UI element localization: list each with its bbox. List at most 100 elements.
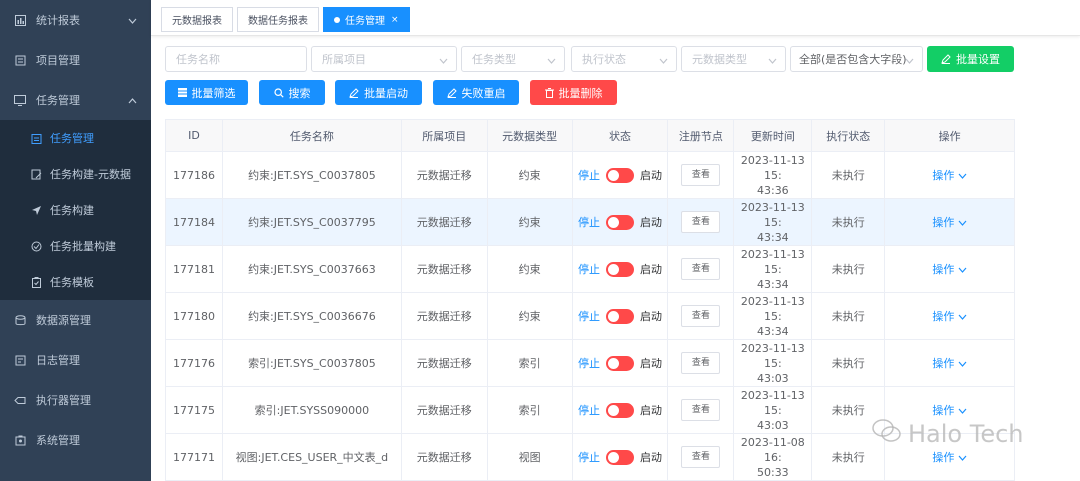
big-field-select[interactable]: 全部(是否包含大字段) (790, 46, 923, 72)
header-task-name: 任务名称 (221, 119, 402, 152)
menu-item-projects[interactable]: 项目管理 (0, 40, 151, 80)
actions-dropdown[interactable]: 操作 (932, 404, 967, 417)
chevron-down-icon (547, 54, 556, 67)
actions-dropdown[interactable]: 操作 (932, 357, 967, 370)
trash-icon (544, 87, 554, 98)
cell-project: 元数据迁移 (400, 386, 488, 434)
fail-restart-button[interactable]: 失败重启 (433, 80, 519, 105)
tag-label: 元数据报表 (172, 16, 222, 27)
monitor-icon (14, 94, 26, 106)
select-placeholder: 执行状态 (582, 53, 626, 66)
cell-register-node: 查看 (667, 386, 735, 434)
cell-update-time: 2023-11-08 16: 50:33 (733, 433, 813, 481)
status-toggle[interactable] (606, 309, 634, 325)
view-button[interactable]: 查看 (681, 164, 721, 186)
tag-data-task-report[interactable]: 数据任务报表 (237, 7, 319, 32)
actions-dropdown[interactable]: 操作 (932, 216, 967, 229)
button-label: 批量启动 (364, 86, 408, 100)
batch-start-button[interactable]: 批量启动 (335, 80, 422, 105)
executor-icon (14, 394, 26, 406)
menu-item-tasks[interactable]: 任务管理 (0, 80, 151, 120)
button-label: 失败重启 (461, 86, 506, 100)
sidebar-item-batch-build[interactable]: 任务批量构建 (0, 228, 151, 264)
actions-label: 操作 (932, 357, 955, 370)
cell-exec-status: 未执行 (811, 245, 886, 293)
watermark: Halo Tech (872, 418, 1024, 450)
status-toggle[interactable] (606, 168, 634, 184)
actions-dropdown[interactable]: 操作 (932, 169, 967, 182)
chevron-down-icon (958, 357, 967, 370)
chevron-down-icon (128, 14, 137, 27)
menu-item-executors[interactable]: 执行器管理 (0, 380, 151, 420)
actions-label: 操作 (932, 451, 955, 464)
cell-update-time: 2023-11-13 15: 43:34 (733, 198, 813, 246)
menu-item-stats[interactable]: 统计报表 (0, 0, 151, 40)
chevron-up-icon (128, 94, 137, 107)
search-icon (273, 87, 284, 98)
header-project: 所属项目 (400, 119, 488, 152)
time-clock: 43:03 (756, 371, 789, 385)
tag-task-management[interactable]: 任务管理 × (323, 7, 410, 32)
status-toggle[interactable] (606, 356, 634, 372)
actions-dropdown[interactable]: 操作 (932, 310, 967, 323)
view-button[interactable]: 查看 (681, 305, 721, 327)
status-toggle[interactable] (606, 450, 634, 466)
view-button[interactable]: 查看 (681, 446, 721, 468)
header-actions: 操作 (884, 119, 1015, 152)
cell-actions: 操作 (884, 245, 1015, 293)
actions-dropdown[interactable]: 操作 (932, 451, 967, 464)
menu-item-system[interactable]: 系统管理 (0, 420, 151, 460)
table-row[interactable]: 177181 约束:JET.SYS_C0037663 元数据迁移 约束 停止 启动 查看 20… (165, 245, 1015, 293)
sidebar-item-task-template[interactable]: 任务模板 (0, 264, 151, 300)
task-type-select[interactable]: 任务类型 (461, 46, 565, 72)
metadata-type-select[interactable]: 元数据类型 (681, 46, 786, 72)
batch-filter-button[interactable]: 批量筛选 (165, 80, 248, 105)
cell-actions: 操作 (884, 292, 1015, 340)
cell-status: 停止 启动 (571, 292, 669, 340)
search-button[interactable]: 搜索 (259, 80, 325, 105)
button-label: 批量删除 (558, 86, 603, 100)
cell-task-name: 视图:JET.CES_USER_中文表_d (221, 433, 402, 481)
chevron-down-icon (958, 263, 967, 276)
chevron-down-icon (958, 169, 967, 182)
header-status: 状态 (571, 119, 669, 152)
menu-item-logs[interactable]: 日志管理 (0, 340, 151, 380)
cell-metadata-type: 约束 (486, 151, 573, 199)
actions-label: 操作 (932, 263, 955, 276)
exec-status-select[interactable]: 执行状态 (571, 46, 677, 72)
view-button[interactable]: 查看 (681, 352, 721, 374)
sidebar-item-task-build-metadata[interactable]: 任务构建-元数据 (0, 156, 151, 192)
cell-update-time: 2023-11-13 15: 43:36 (733, 151, 813, 199)
view-button[interactable]: 查看 (681, 211, 721, 233)
cell-id: 177186 (165, 151, 223, 199)
menu-item-datasources[interactable]: 数据源管理 (0, 300, 151, 340)
view-button[interactable]: 查看 (681, 399, 721, 421)
table-row[interactable]: 177176 索引:JET.SYS_C0037805 元数据迁移 索引 停止 启动 查看 20… (165, 339, 1015, 387)
sidebar-item-task-build[interactable]: 任务构建 (0, 192, 151, 228)
status-toggle[interactable] (606, 403, 634, 419)
batch-settings-button[interactable]: 批量设置 (927, 46, 1014, 72)
sidebar-item-task-management[interactable]: 任务管理 (0, 120, 151, 156)
project-select[interactable]: 所属项目 (311, 46, 457, 72)
table-row[interactable]: 177186 约束:JET.SYS_C0037805 元数据迁移 约束 停止 启动 查看 20… (165, 151, 1015, 199)
view-button[interactable]: 查看 (681, 258, 721, 280)
cell-id: 177181 (165, 245, 223, 293)
cell-register-node: 查看 (667, 433, 735, 481)
database-icon (14, 314, 26, 326)
header-update-time: 更新时间 (733, 119, 813, 152)
table-row[interactable]: 177180 约束:JET.SYS_C0036676 元数据迁移 约束 停止 启动 查看 20… (165, 292, 1015, 340)
template-icon (30, 276, 42, 288)
time-clock: 43:03 (756, 418, 789, 432)
time-clock: 43:34 (756, 277, 789, 291)
tag-metadata-report[interactable]: 元数据报表 (161, 7, 233, 32)
status-toggle[interactable] (606, 262, 634, 278)
cell-register-node: 查看 (667, 198, 735, 246)
close-icon[interactable]: × (391, 15, 399, 25)
task-name-input[interactable]: 任务名称 (165, 46, 307, 72)
chevron-down-icon (958, 310, 967, 323)
status-toggle[interactable] (606, 215, 634, 231)
time-date: 2023-11-13 15: (740, 247, 805, 276)
actions-dropdown[interactable]: 操作 (932, 263, 967, 276)
table-row[interactable]: 177184 约束:JET.SYS_C0037795 元数据迁移 约束 停止 启动 查看 20… (165, 198, 1015, 246)
batch-delete-button[interactable]: 批量删除 (530, 80, 617, 105)
